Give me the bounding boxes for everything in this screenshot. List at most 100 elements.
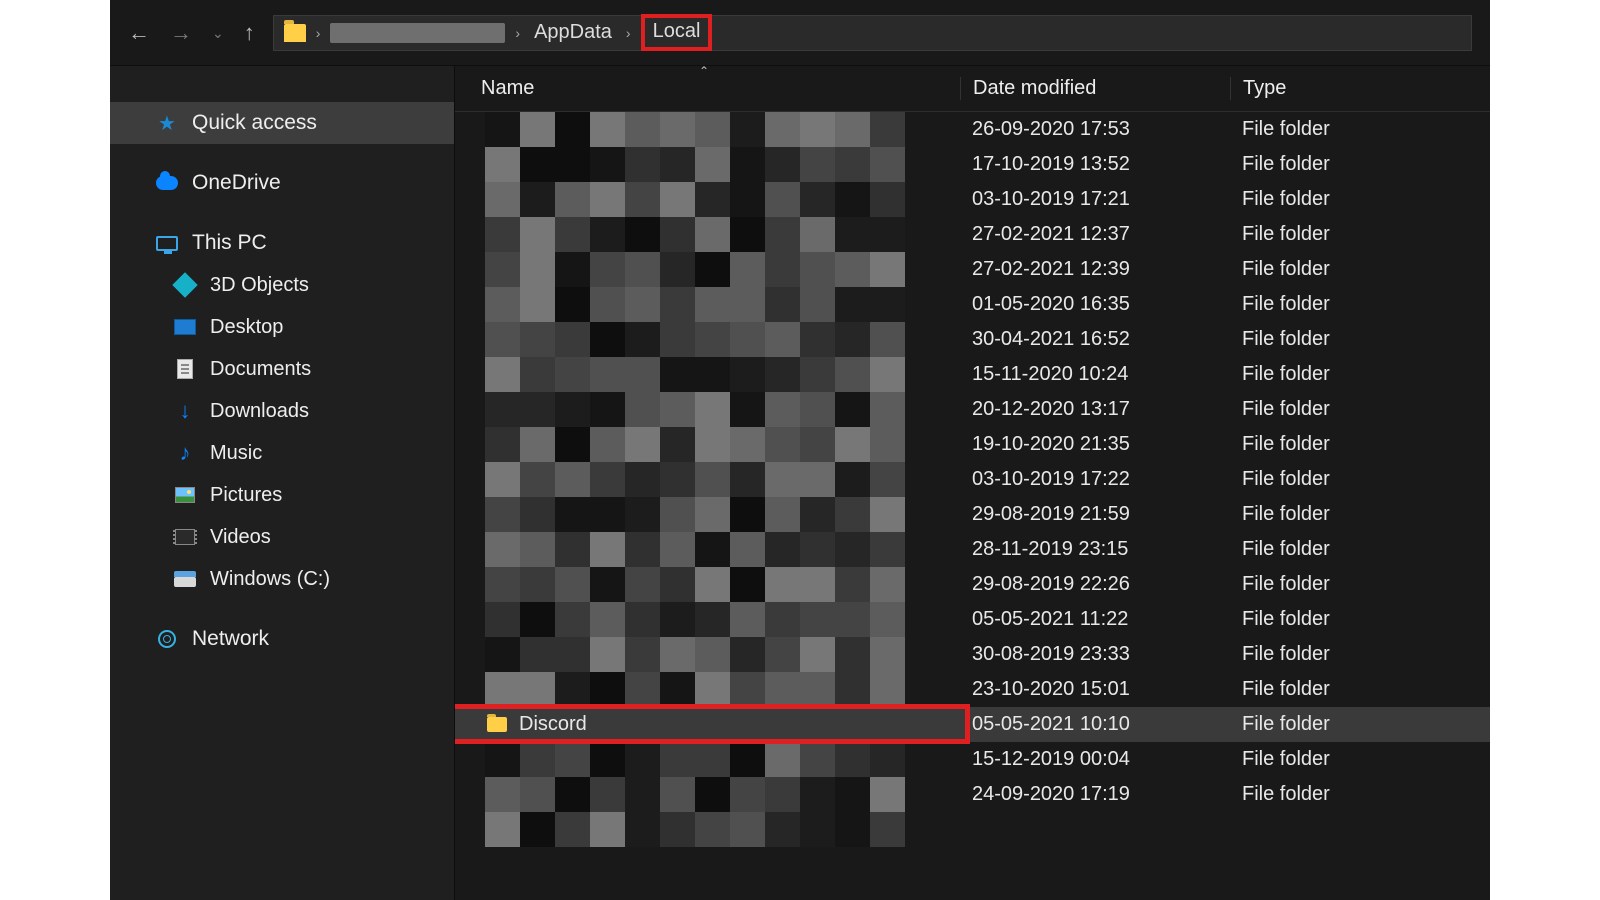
cell-type: File folder <box>1230 258 1490 281</box>
sidebar-item-music[interactable]: ♪ Music <box>110 432 454 474</box>
cell-date: 17-10-2019 13:52 <box>960 153 1230 176</box>
drive-icon <box>174 577 196 587</box>
column-header-date[interactable]: Date modified <box>960 77 1230 100</box>
address-bar[interactable]: › › AppData › Local <box>273 15 1472 51</box>
explorer-window: ← → ⌄ ↑ › › AppData › Local ★ Quick acce… <box>110 0 1490 900</box>
cell-date: 28-11-2019 23:15 <box>960 538 1230 561</box>
cell-type: File folder <box>1230 573 1490 596</box>
nav-sidebar: ★ Quick access OneDrive This PC 3D Objec… <box>110 66 455 900</box>
sort-caret-icon: ⌃ <box>699 66 709 78</box>
breadcrumb-redacted <box>330 23 505 43</box>
cell-date: 27-02-2021 12:39 <box>960 258 1230 281</box>
sidebar-item-desktop[interactable]: Desktop <box>110 306 454 348</box>
cell-date: 15-12-2019 00:04 <box>960 748 1230 771</box>
cell-type: File folder <box>1230 398 1490 421</box>
cell-type: File folder <box>1230 608 1490 631</box>
cell-type: File folder <box>1230 538 1490 561</box>
breadcrumb-item[interactable]: AppData <box>530 19 616 46</box>
cell-type: File folder <box>1230 188 1490 211</box>
breadcrumb-sep-icon: › <box>316 25 321 41</box>
breadcrumb-sep-icon: › <box>626 25 631 41</box>
star-icon: ★ <box>156 112 178 134</box>
cell-type: File folder <box>1230 748 1490 771</box>
cell-date: 01-05-2020 16:35 <box>960 293 1230 316</box>
cell-date: 05-05-2021 10:10 <box>960 713 1230 736</box>
cell-type: File folder <box>1230 433 1490 456</box>
sidebar-item-pictures[interactable]: Pictures <box>110 474 454 516</box>
sidebar-label: 3D Objects <box>210 274 309 297</box>
cell-type: File folder <box>1230 118 1490 141</box>
sidebar-label: Videos <box>210 526 271 549</box>
navbar: ← → ⌄ ↑ › › AppData › Local <box>110 0 1490 66</box>
cell-date: 30-04-2021 16:52 <box>960 328 1230 351</box>
redacted-pixelation <box>485 112 925 812</box>
nav-back-icon[interactable]: ← <box>128 22 150 44</box>
cell-date: 30-08-2019 23:33 <box>960 643 1230 666</box>
cell-type: File folder <box>1230 363 1490 386</box>
breadcrumb-sep-icon: › <box>515 25 520 41</box>
nav-up-icon[interactable]: ↑ <box>244 22 255 44</box>
cell-date: 03-10-2019 17:22 <box>960 468 1230 491</box>
rows-container: 26-09-2020 17:53File folder17-10-2019 13… <box>455 112 1490 900</box>
nav-forward-icon[interactable]: → <box>170 22 192 44</box>
document-icon <box>177 359 193 379</box>
sidebar-label: Quick access <box>192 111 317 135</box>
pictures-icon <box>175 487 195 503</box>
sidebar-label: Windows (C:) <box>210 568 330 591</box>
folder-icon <box>284 24 306 42</box>
cell-date: 24-09-2020 17:19 <box>960 783 1230 806</box>
cell-date: 27-02-2021 12:37 <box>960 223 1230 246</box>
cell-type: File folder <box>1230 678 1490 701</box>
cell-type: File folder <box>1230 643 1490 666</box>
sidebar-quick-access[interactable]: ★ Quick access <box>110 102 454 144</box>
sidebar-this-pc[interactable]: This PC <box>110 222 454 264</box>
cloud-icon <box>156 176 178 190</box>
cell-date: 20-12-2020 13:17 <box>960 398 1230 421</box>
column-header-type[interactable]: Type <box>1230 77 1490 100</box>
cell-type: File folder <box>1230 783 1490 806</box>
sidebar-label: Documents <box>210 358 311 381</box>
download-icon: ↓ <box>174 400 196 422</box>
pc-icon <box>156 236 178 251</box>
cell-date: 29-08-2019 22:26 <box>960 573 1230 596</box>
sidebar-label: Desktop <box>210 316 283 339</box>
music-icon: ♪ <box>174 442 196 464</box>
cell-date: 19-10-2020 21:35 <box>960 433 1230 456</box>
nav-arrows: ← → ⌄ ↑ <box>128 22 255 44</box>
nav-recent-dropdown-icon[interactable]: ⌄ <box>212 26 224 40</box>
sidebar-label: Downloads <box>210 400 309 423</box>
cell-date: 05-05-2021 11:22 <box>960 608 1230 631</box>
file-list: ⌃ Name Date modified Type 26-09-2020 17:… <box>455 66 1490 900</box>
sidebar-item-downloads[interactable]: ↓ Downloads <box>110 390 454 432</box>
sidebar-label: Music <box>210 442 262 465</box>
folder-icon <box>487 717 507 732</box>
cell-date: 15-11-2020 10:24 <box>960 363 1230 386</box>
cell-type: File folder <box>1230 503 1490 526</box>
desktop-icon <box>174 319 196 335</box>
cell-date: 26-09-2020 17:53 <box>960 118 1230 141</box>
network-icon <box>158 630 176 648</box>
cell-date: 23-10-2020 15:01 <box>960 678 1230 701</box>
sidebar-network[interactable]: Network <box>110 618 454 660</box>
sidebar-label: Pictures <box>210 484 282 507</box>
column-headers: ⌃ Name Date modified Type <box>455 66 1490 112</box>
videos-icon <box>175 529 195 545</box>
sidebar-item-3d[interactable]: 3D Objects <box>110 264 454 306</box>
cube-icon <box>172 272 197 297</box>
sidebar-label: This PC <box>192 231 267 255</box>
cell-type: File folder <box>1230 153 1490 176</box>
sidebar-label: Network <box>192 627 269 651</box>
cell-type: File folder <box>1230 468 1490 491</box>
cell-type: File folder <box>1230 713 1490 736</box>
breadcrumb-item-highlighted[interactable]: Local <box>641 14 713 51</box>
cell-type: File folder <box>1230 328 1490 351</box>
cell-type: File folder <box>1230 293 1490 316</box>
sidebar-item-documents[interactable]: Documents <box>110 348 454 390</box>
cell-date: 03-10-2019 17:21 <box>960 188 1230 211</box>
sidebar-item-cdrive[interactable]: Windows (C:) <box>110 558 454 600</box>
sidebar-item-videos[interactable]: Videos <box>110 516 454 558</box>
cell-date: 29-08-2019 21:59 <box>960 503 1230 526</box>
column-header-name[interactable]: Name <box>455 77 960 100</box>
sidebar-label: OneDrive <box>192 171 281 195</box>
sidebar-onedrive[interactable]: OneDrive <box>110 162 454 204</box>
